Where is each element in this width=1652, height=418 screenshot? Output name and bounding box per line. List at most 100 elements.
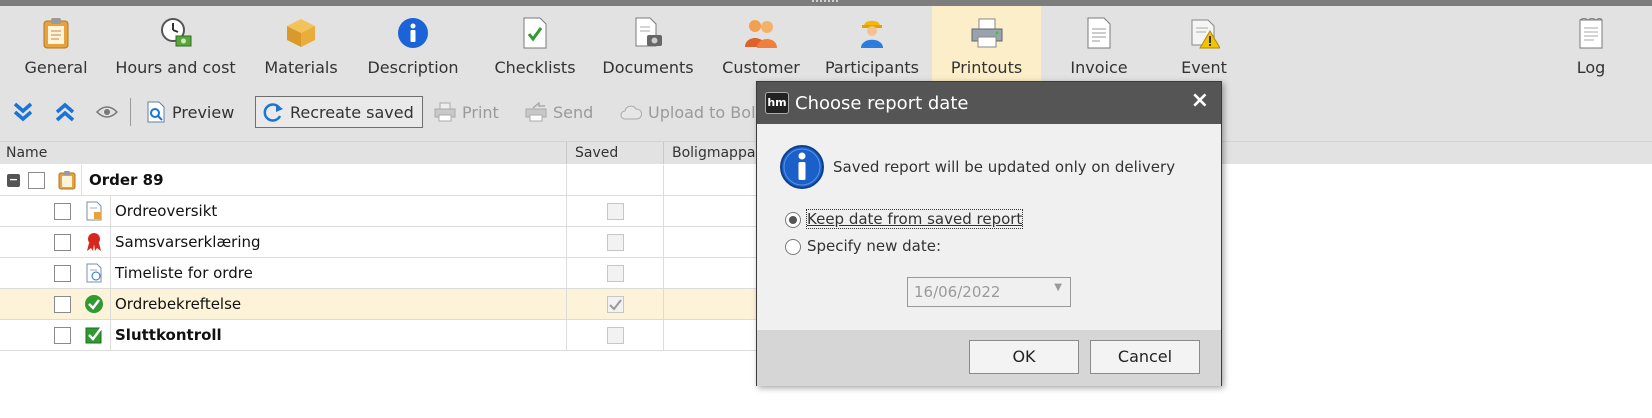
cell-divider — [663, 196, 664, 227]
tab-description[interactable]: Description — [364, 6, 462, 82]
clock-money-icon — [159, 16, 193, 50]
tab-materials[interactable]: Materials — [257, 6, 345, 82]
print-button[interactable]: Print — [434, 96, 499, 128]
chevron-down-icon[interactable]: ▼ — [1054, 282, 1062, 293]
saved-checkbox — [607, 203, 624, 220]
row-checkbox[interactable] — [54, 203, 71, 220]
certificate-ribbon-icon — [87, 233, 101, 251]
print-label: Print — [462, 102, 499, 122]
keep-date-radio[interactable] — [785, 212, 801, 228]
tab-label: Hours and cost — [115, 58, 236, 77]
cell-divider — [110, 320, 111, 351]
tree-row[interactable]: Samsvarserklæring — [0, 227, 760, 258]
ok-button[interactable]: OK — [969, 340, 1079, 374]
tab-documents[interactable]: Documents — [600, 6, 696, 82]
row-checkbox[interactable] — [54, 234, 71, 251]
refresh-icon — [263, 103, 283, 122]
resize-grip[interactable] — [812, 0, 838, 4]
cell-divider — [110, 227, 111, 258]
cell-divider — [663, 289, 664, 320]
checklist-icon — [85, 326, 103, 344]
date-picker-field[interactable]: 16/06/2022 ▼ — [907, 277, 1071, 307]
cell-divider — [663, 258, 664, 289]
tab-invoice[interactable]: Invoice — [1059, 6, 1139, 82]
row-checkbox[interactable] — [54, 296, 71, 313]
checklist-icon — [518, 16, 552, 50]
tab-label: Customer — [722, 58, 800, 77]
send-icon — [525, 102, 547, 122]
tab-label: Invoice — [1070, 58, 1128, 77]
cell-divider — [81, 165, 82, 196]
app-logo-icon: hm — [765, 92, 789, 114]
send-button[interactable]: Send — [525, 96, 593, 128]
tree-root-label: Order 89 — [89, 171, 164, 189]
tab-label: Materials — [264, 58, 338, 77]
tab-label: Checklists — [494, 58, 576, 77]
dialog-footer: OK Cancel — [757, 330, 1221, 386]
collapse-toggle-icon[interactable]: − — [7, 174, 20, 187]
cell-divider — [110, 258, 111, 289]
recreate-saved-button[interactable]: Recreate saved — [255, 96, 423, 128]
clipboard-icon — [39, 16, 73, 50]
clipboard-icon — [58, 171, 76, 190]
tree-item-label: Samsvarserklæring — [115, 233, 261, 251]
tab-label: Description — [367, 58, 459, 77]
cell-divider — [663, 320, 664, 351]
column-name[interactable]: Name — [6, 145, 47, 161]
tab-log[interactable]: Log — [1568, 6, 1614, 82]
tab-event[interactable]: Event — [1170, 6, 1238, 82]
tab-label: General — [24, 58, 88, 77]
tab-printouts[interactable]: Printouts — [932, 6, 1041, 82]
specify-date-label[interactable]: Specify new date: — [807, 237, 941, 255]
preview-button[interactable]: Preview — [146, 96, 234, 128]
tab-label: Log — [1576, 58, 1606, 77]
green-check-circle-icon — [85, 295, 103, 313]
info-icon — [396, 16, 430, 50]
tab-general[interactable]: General — [20, 6, 92, 82]
column-saved[interactable]: Saved — [575, 145, 618, 161]
cell-divider — [566, 196, 567, 227]
tree-item-label: Sluttkontroll — [115, 326, 222, 344]
dialog-message: Saved report will be updated only on del… — [833, 158, 1176, 176]
row-checkbox[interactable] — [54, 327, 71, 344]
ribbon-bar: General Hours and cost Materials Descrip… — [0, 6, 1652, 82]
column-divider — [663, 142, 664, 164]
upload-button[interactable]: Upload to Bolig — [620, 96, 770, 128]
box-icon — [284, 16, 318, 50]
expand-all-button[interactable] — [12, 96, 34, 128]
cell-divider — [566, 165, 567, 196]
collapse-all-button[interactable] — [54, 96, 76, 128]
row-checkbox[interactable] — [28, 172, 45, 189]
tab-participants[interactable]: Participants — [822, 6, 922, 82]
cell-divider — [110, 196, 111, 227]
info-icon — [780, 145, 824, 189]
specify-date-radio[interactable] — [785, 239, 801, 255]
worker-icon — [855, 16, 889, 50]
close-icon[interactable]: × — [1191, 90, 1209, 112]
tab-customer[interactable]: Customer — [717, 6, 805, 82]
keep-date-label[interactable]: Keep date from saved report — [805, 209, 1024, 229]
date-value: 16/06/2022 — [914, 283, 1001, 301]
tree-row-root[interactable]: − Order 89 — [0, 165, 760, 196]
cell-divider — [663, 227, 664, 258]
tab-checklists[interactable]: Checklists — [492, 6, 578, 82]
printer-icon — [970, 16, 1004, 50]
show-hidden-button[interactable] — [96, 96, 118, 128]
saved-checkbox — [607, 327, 624, 344]
cancel-button[interactable]: Cancel — [1090, 340, 1200, 374]
tab-hours-and-cost[interactable]: Hours and cost — [113, 6, 238, 82]
tree-row[interactable]: Ordreoversikt — [0, 196, 760, 227]
tree-row[interactable]: Timeliste for ordre — [0, 258, 760, 289]
tree-row[interactable]: Sluttkontroll — [0, 320, 760, 351]
tab-label: Printouts — [950, 58, 1023, 77]
choose-report-date-dialog: hm Choose report date × Saved report wil… — [756, 81, 1222, 386]
row-checkbox[interactable] — [54, 265, 71, 282]
dialog-title-bar[interactable]: hm Choose report date × — [757, 82, 1221, 124]
documents-icon — [631, 16, 665, 50]
tree-row-selected[interactable]: Ordrebekreftelse — [0, 289, 760, 320]
column-boligmappa[interactable]: Boligmappa — [672, 145, 755, 161]
upload-cloud-icon — [620, 105, 642, 120]
saved-checkbox — [607, 265, 624, 282]
cell-divider — [110, 289, 111, 320]
saved-checkbox-checked — [607, 296, 624, 313]
